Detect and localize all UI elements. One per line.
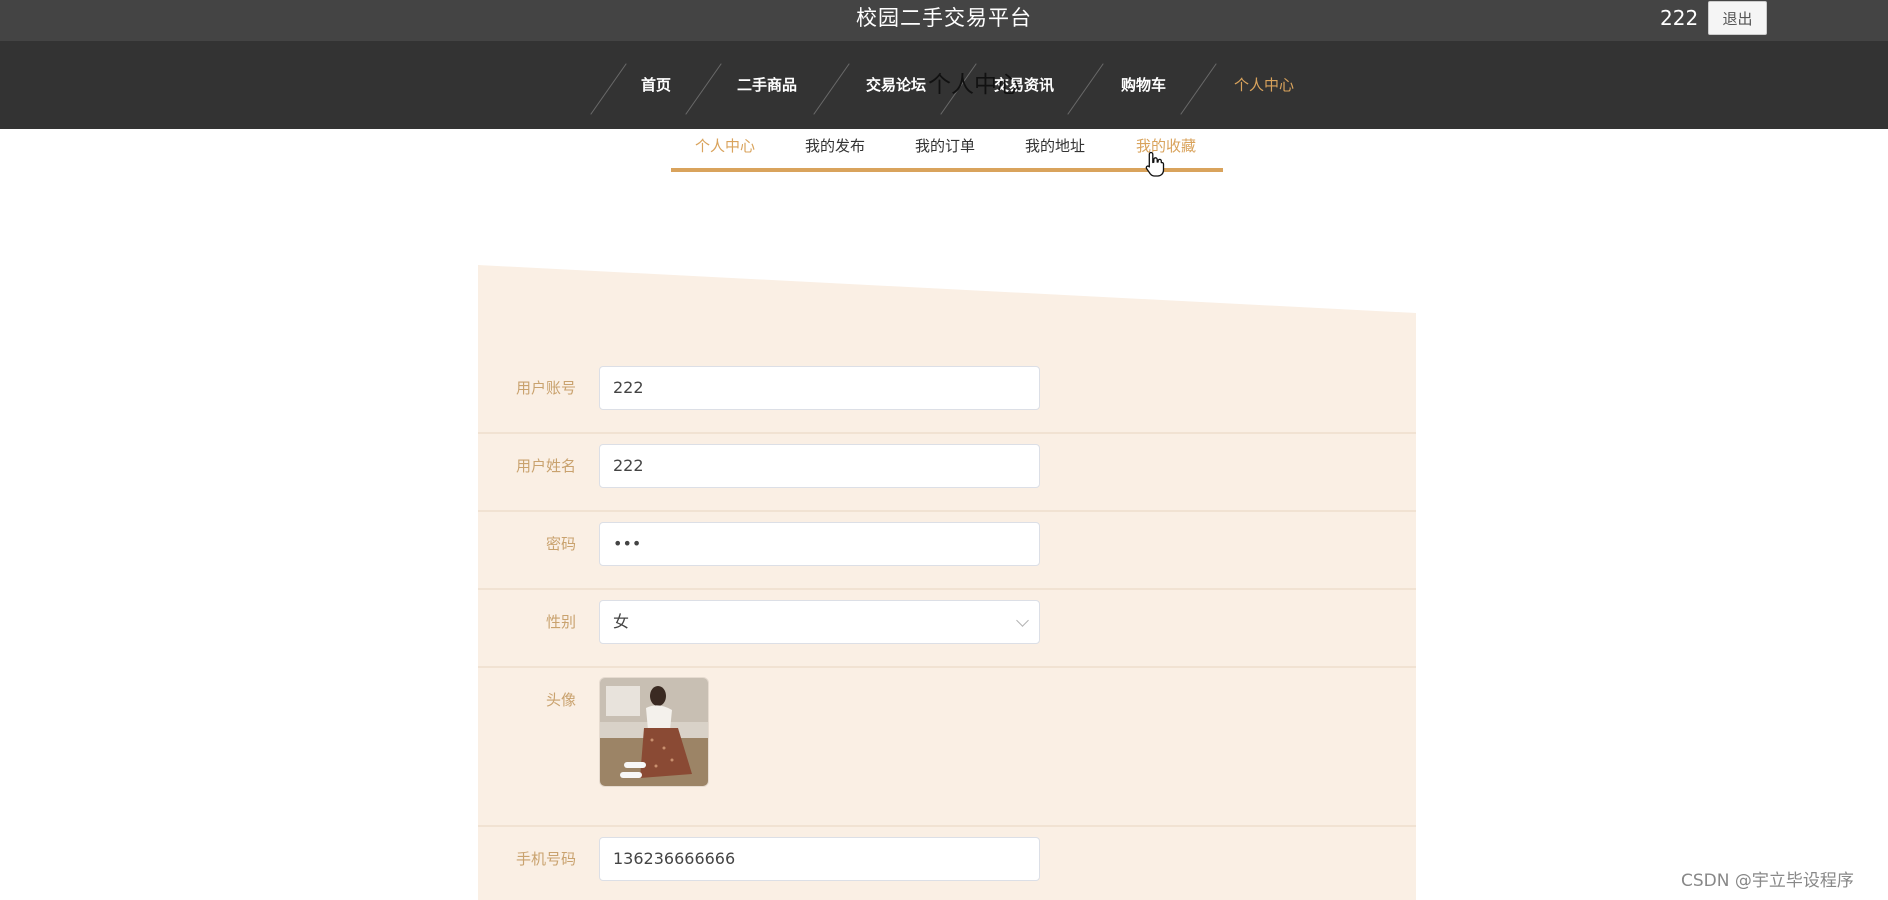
nav-divider <box>813 63 850 115</box>
page-title: 个人中心 <box>928 72 1020 98</box>
current-username: 222 <box>1660 6 1699 30</box>
row-divider <box>478 825 1416 827</box>
nav-item-forum[interactable]: 交易论坛 <box>866 41 926 129</box>
subnav-underline <box>671 168 1223 172</box>
nav-divider <box>685 63 722 115</box>
hand-pointer-icon <box>1145 151 1165 177</box>
password-label: 密码 <box>545 535 576 553</box>
tab-my-orders[interactable]: 我的订单 <box>915 135 975 157</box>
avatar-image[interactable] <box>599 677 709 787</box>
logout-button[interactable]: 退出 <box>1708 1 1767 35</box>
avatar-label: 头像 <box>545 691 576 709</box>
site-title: 校园二手交易平台 <box>856 6 1032 30</box>
nav-item-user-center[interactable]: 个人中心 <box>1234 41 1294 129</box>
gender-selected-value: 女 <box>613 612 630 631</box>
nav-item-goods[interactable]: 二手商品 <box>737 41 797 129</box>
row-divider <box>478 588 1416 590</box>
nav-divider <box>590 63 627 115</box>
tab-my-address[interactable]: 我的地址 <box>1025 135 1085 157</box>
nav-item-home[interactable]: 首页 <box>641 41 671 129</box>
row-divider <box>478 510 1416 512</box>
chevron-down-icon <box>1016 614 1029 627</box>
password-input[interactable]: ••• <box>599 522 1040 566</box>
tab-user-center[interactable]: 个人中心 <box>695 135 755 157</box>
gender-select[interactable]: 女 <box>599 600 1040 644</box>
nav-divider <box>1067 63 1104 115</box>
nav-divider <box>1180 63 1217 115</box>
name-label: 用户姓名 <box>515 457 576 475</box>
nav-item-cart[interactable]: 购物车 <box>1121 41 1166 129</box>
phone-input[interactable]: 136236666666 <box>599 837 1040 881</box>
row-divider <box>478 666 1416 668</box>
tab-my-posts[interactable]: 我的发布 <box>805 135 865 157</box>
row-divider <box>478 432 1416 434</box>
profile-form-panel <box>478 265 1416 900</box>
watermark: CSDN @宇立毕设程序 <box>1681 871 1854 891</box>
account-label: 用户账号 <box>515 379 576 397</box>
top-header: 校园二手交易平台 222 退出 <box>0 0 1888 41</box>
phone-label: 手机号码 <box>515 850 576 868</box>
name-input[interactable]: 222 <box>599 444 1040 488</box>
account-input[interactable]: 222 <box>599 366 1040 410</box>
gender-label: 性别 <box>545 613 576 631</box>
main-nav: 首页 二手商品 交易论坛 交易资讯 购物车 个人中心 个人中心 <box>0 41 1888 129</box>
